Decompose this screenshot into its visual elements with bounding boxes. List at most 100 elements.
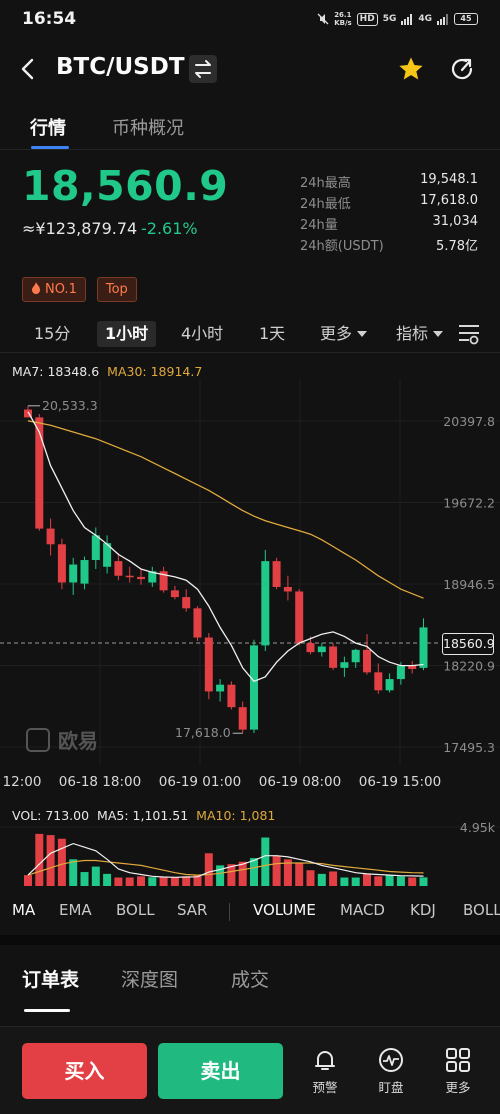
volume-bar: [317, 873, 326, 886]
indicator-macd[interactable]: MACD: [340, 901, 385, 919]
indicator-boll[interactable]: BOLL: [116, 901, 155, 919]
stat-row: 24h额(USDT) 5.78亿: [300, 239, 478, 254]
volume-bar: [351, 877, 360, 886]
main-tabs: 行情 币种概况: [0, 102, 500, 150]
tab-depth-chart[interactable]: 深度图: [121, 965, 178, 992]
candle: [182, 597, 191, 609]
more-button[interactable]: 更多: [433, 1047, 483, 1096]
candle: [250, 645, 258, 730]
volume-bar: [385, 875, 394, 886]
candle: [329, 646, 338, 668]
volume-bar: [340, 877, 349, 886]
indicator-volume[interactable]: VOLUME: [253, 901, 316, 919]
low-label: 17,618.0: [175, 725, 231, 740]
rank-badge[interactable]: NO.1: [22, 277, 86, 302]
caret-down-icon: [433, 331, 444, 337]
candle: [137, 576, 145, 580]
bottom-bar: 买入 卖出 预警 盯盘 更多: [0, 1026, 500, 1114]
ma7-label: MA7: 18348.6: [12, 364, 100, 379]
indicator-ema[interactable]: EMA: [59, 901, 92, 919]
candle: [374, 672, 383, 691]
alert-label: 预警: [312, 1080, 338, 1095]
status-icons: 26.1 KB/s HD 5G 4G 45: [317, 10, 478, 28]
vol-ma5-label: MA5: 1,101.51: [97, 808, 189, 823]
candle: [351, 649, 360, 663]
alert-button[interactable]: 预警: [300, 1047, 350, 1096]
y-tick-label: 17495.3: [443, 740, 495, 755]
x-tick-label: 06-18 18:00: [59, 774, 141, 790]
signal-5g: 5G: [382, 14, 397, 24]
volume-bar: [396, 876, 405, 886]
candle: [340, 662, 349, 668]
watermark-logo: 欧易: [26, 725, 98, 754]
volume-bar: [24, 875, 32, 886]
buy-button[interactable]: 买入: [22, 1043, 147, 1099]
volume-bar: [204, 853, 213, 886]
y-tick-label: 20397.8: [443, 414, 495, 429]
candle: [170, 590, 179, 598]
volume-bar: [159, 876, 168, 886]
vol-y-tick: 4.95k: [460, 820, 496, 835]
interval-1d[interactable]: 1天: [259, 321, 285, 347]
star-icon[interactable]: [397, 55, 425, 83]
tab-market[interactable]: 行情: [30, 114, 66, 140]
stat-row: 24h最低 17,618.0: [300, 193, 478, 212]
watermark-text: 欧易: [58, 729, 98, 753]
candle: [216, 684, 225, 692]
volume-bar: [125, 877, 134, 886]
interval-more-dropdown[interactable]: 更多: [320, 321, 368, 347]
y-tick-label: 18946.5: [443, 577, 495, 592]
battery-icon: 45: [454, 13, 478, 25]
interval-15m[interactable]: 15分: [34, 321, 70, 347]
caret-down-icon: [357, 331, 368, 337]
volume-bar: [408, 877, 417, 886]
tab-coin-overview[interactable]: 币种概况: [112, 114, 184, 140]
badges: NO.1 Top: [22, 277, 137, 302]
pulse-icon: [379, 1048, 403, 1072]
watch-button[interactable]: 盯盘: [366, 1047, 416, 1096]
ma30-label: MA30: 18914.7: [107, 364, 203, 379]
tab-order-book[interactable]: 订单表: [22, 965, 79, 992]
volume-bar: [419, 877, 428, 886]
volume-bar: [137, 876, 145, 886]
volume-bar: [170, 877, 179, 886]
share-icon[interactable]: [448, 55, 476, 83]
swap-icon[interactable]: [189, 55, 217, 83]
logo-square-icon: [26, 727, 50, 752]
current-price-tag: 18560.9: [442, 633, 495, 655]
volume-bar: [69, 859, 78, 886]
pair-title[interactable]: BTC/USDT: [56, 54, 185, 80]
top-badge[interactable]: Top: [96, 277, 137, 302]
grid-icon: [446, 1048, 470, 1072]
indicators-dropdown[interactable]: 指标: [396, 321, 444, 347]
indicator-sar[interactable]: SAR: [177, 901, 207, 919]
candle: [114, 561, 123, 576]
interval-1h[interactable]: 1小时: [97, 321, 157, 347]
indicator-ma[interactable]: MA: [12, 901, 35, 919]
indicator-boll-sub[interactable]: BOLL: [463, 901, 500, 919]
indicator-kdj[interactable]: KDJ: [410, 901, 436, 919]
candle: [261, 561, 270, 646]
chevron-left-icon[interactable]: [16, 56, 42, 82]
volume-bar: [329, 871, 338, 886]
chart-settings-icon[interactable]: [457, 321, 481, 345]
bell-icon: [315, 1051, 335, 1070]
status-bar: 16:54 26.1 KB/s HD 5G 4G 45: [0, 0, 500, 38]
volume-bar: [272, 855, 281, 886]
candle: [306, 643, 315, 653]
last-price: 18,560.9: [22, 162, 229, 210]
x-tick-label: 06-19 08:00: [259, 774, 341, 790]
candle: [317, 646, 326, 653]
candle: [272, 561, 281, 587]
sell-button[interactable]: 卖出: [158, 1043, 283, 1099]
volume-bar: [363, 873, 371, 886]
signal-4g: 4G: [418, 14, 432, 24]
status-time: 16:54: [22, 9, 77, 29]
interval-4h[interactable]: 4小时: [181, 321, 223, 347]
tab-underline: [31, 146, 69, 149]
x-tick-label: 06-19 15:00: [359, 774, 441, 790]
mute-icon: [317, 13, 329, 25]
hd-badge: HD: [356, 12, 378, 26]
tab-trades[interactable]: 成交: [231, 965, 269, 992]
ma-legend: MA7: 18348.6 MA30: 18914.7: [12, 364, 202, 379]
